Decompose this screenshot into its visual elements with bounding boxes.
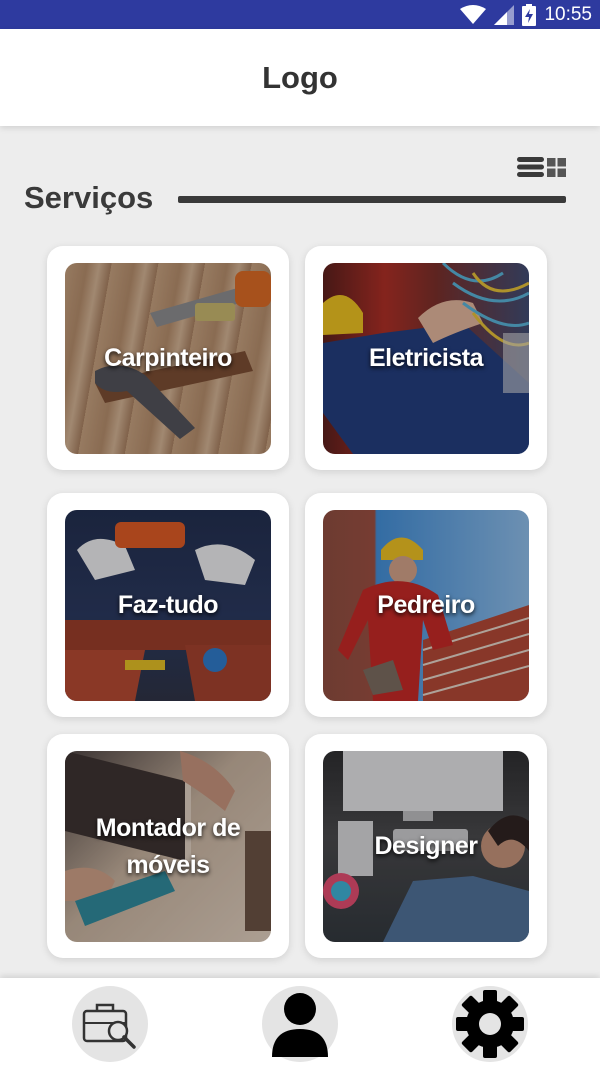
mason-bricklaying-photo: Pedreiro [323,510,529,701]
service-card-label: Faz-tudo [117,591,219,619]
status-bar: 10:55 [0,0,600,29]
section-divider [178,196,566,203]
settings-gear-icon [456,990,524,1058]
service-card-designer[interactable]: Designer [305,734,547,958]
wifi-icon [460,4,487,24]
service-card-label: Pedreiro [377,591,475,619]
app-header: Logo [0,29,600,126]
bottom-navigation [0,978,600,1067]
service-card-label: Designer [374,832,478,860]
app-logo: Logo [262,59,338,95]
status-time: 10:55 [544,3,592,25]
section-title: Serviços [24,180,154,215]
electrician-wiring-photo: Eletricista [323,263,529,454]
service-card-label: Montador de móveis [95,813,241,879]
status-icons: 10:55 [460,0,592,29]
nav-briefcase-search[interactable] [72,986,148,1062]
furniture-assembly-photo: Montador de móveis [65,751,271,942]
view-toggle [517,157,566,177]
service-card-eletricista[interactable]: Eletricista [305,246,547,470]
battery-charging-icon [522,3,537,26]
service-card-label: Carpinteiro [104,344,232,372]
signal-icon [494,4,515,25]
handyman-tool-belt-photo: Faz-tudo [65,510,271,701]
nav-settings[interactable] [452,986,528,1062]
nav-profile[interactable] [262,986,338,1062]
briefcase-search-icon [82,1003,136,1049]
list-view-icon[interactable] [517,157,544,177]
user-profile-icon [272,993,328,1057]
service-card-pedreiro[interactable]: Pedreiro [305,493,547,717]
service-card-carpinteiro[interactable]: Carpinteiro [47,246,289,470]
service-card-montador-de-moveis[interactable]: Montador de móveis [47,734,289,958]
grid-view-icon[interactable] [547,157,566,177]
designer-computer-photo: Designer [323,751,529,942]
carpenter-tools-photo: Carpinteiro [65,263,271,454]
service-card-label: Eletricista [368,344,484,372]
service-card-faz-tudo[interactable]: Faz-tudo [47,493,289,717]
